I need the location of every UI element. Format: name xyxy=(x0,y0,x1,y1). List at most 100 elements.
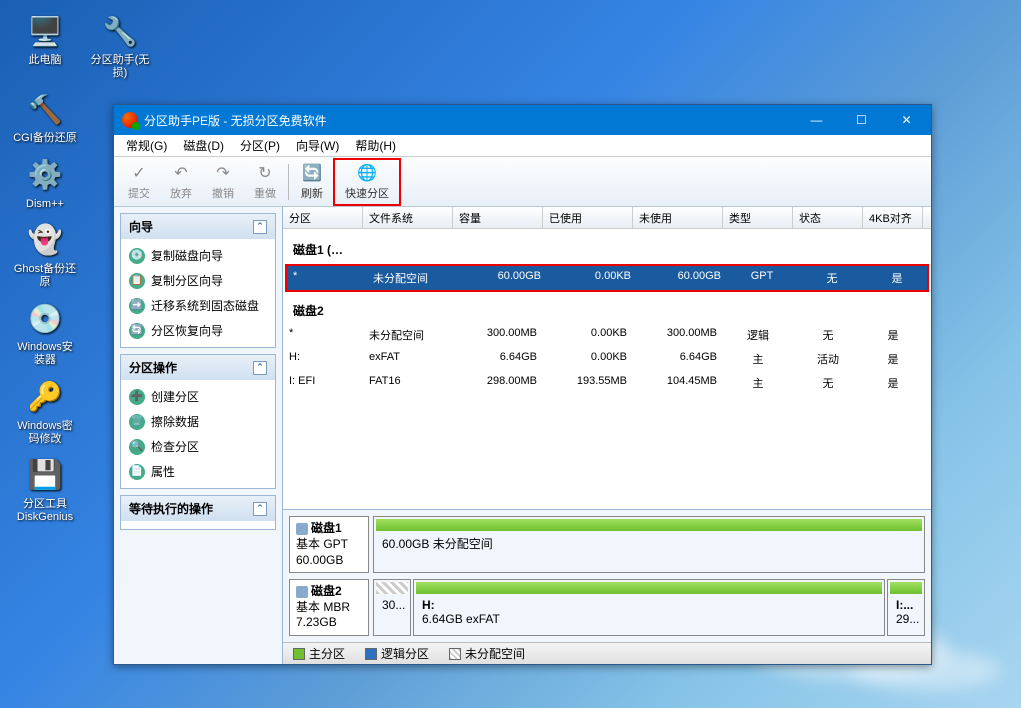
panel-item[interactable]: 🔍 检查分区 xyxy=(121,434,275,459)
disk-size: 60.00GB xyxy=(296,553,362,569)
panel-item[interactable]: ➕ 创建分区 xyxy=(121,384,275,409)
disk-info[interactable]: 磁盘2基本 MBR7.23GB xyxy=(289,579,369,636)
partition-title: I:... xyxy=(896,598,916,612)
disk-type: 基本 MBR xyxy=(296,600,362,616)
partition-bar xyxy=(416,582,882,594)
table-cell: * xyxy=(287,268,367,288)
table-row[interactable]: *未分配空间60.00GB0.00KB60.00GBGPT无是 xyxy=(285,264,929,292)
column-header[interactable]: 容量 xyxy=(453,207,543,228)
desktop-icon[interactable]: 👻Ghost备份还 原 xyxy=(10,219,80,289)
desktop-icon[interactable]: 🖥️此电脑 xyxy=(10,10,80,80)
table-row[interactable]: I: EFIFAT16298.00MB193.55MB104.45MB主无是 xyxy=(283,371,931,395)
column-header[interactable]: 4KB对齐 xyxy=(863,207,923,228)
toolbar-label: 提交 xyxy=(128,185,150,201)
maximize-button[interactable]: ☐ xyxy=(839,105,884,135)
提交-icon: ✓ xyxy=(129,163,149,183)
column-header[interactable]: 分区 xyxy=(283,207,363,228)
toolbar-label: 重做 xyxy=(254,185,276,201)
panel-item[interactable]: 💿复制磁盘向导 xyxy=(121,243,275,268)
table-row[interactable]: H:exFAT6.64GB0.00KB6.64GB主活动是 xyxy=(283,347,931,371)
item-icon: 🔄 xyxy=(129,323,145,339)
desktop-icon[interactable]: 💿Windows安 装器 xyxy=(10,297,80,367)
toolbar-button-快速分区[interactable]: 🌐快速分区 xyxy=(333,158,401,206)
table-cell: 活动 xyxy=(793,349,863,369)
desktop-icon[interactable]: 🔨CGI备份还原 xyxy=(10,88,80,145)
table-cell: 0.00KB xyxy=(543,349,633,369)
partition-block[interactable]: I:...29... xyxy=(887,579,925,636)
item-label: 属性 xyxy=(151,463,175,480)
column-header[interactable]: 已使用 xyxy=(543,207,633,228)
partition-container: 30... H:6.64GB exFATI:...29... xyxy=(373,579,925,636)
column-header[interactable]: 未使用 xyxy=(633,207,723,228)
column-header[interactable]: 类型 xyxy=(723,207,793,228)
Windows安 装器-icon: 💿 xyxy=(24,297,66,339)
table-cell: H: xyxy=(283,349,363,369)
partition-block[interactable]: 60.00GB 未分配空间 xyxy=(373,516,925,573)
item-icon: 💿 xyxy=(129,248,145,264)
item-label: 创建分区 xyxy=(151,388,199,405)
分区助手(无 损)-icon: 🔧 xyxy=(99,10,141,52)
menu-item[interactable]: 常规(G) xyxy=(118,135,175,156)
desktop-icon[interactable]: 🔧分区助手(无 损) xyxy=(85,10,155,80)
table-cell: 无 xyxy=(797,268,867,288)
panel-item[interactable]: 📄属性 xyxy=(121,459,275,484)
item-label: 检查分区 xyxy=(151,438,199,455)
panel-header[interactable]: 分区操作⌃ xyxy=(121,355,275,380)
content: 向导⌃💿复制磁盘向导📋复制分区向导➡️迁移系统到固态磁盘🔄分区恢复向导分区操作⌃… xyxy=(114,207,931,664)
table-cell: 193.55MB xyxy=(543,373,633,393)
item-icon: ➡️ xyxy=(129,298,145,314)
Dism++-icon: ⚙️ xyxy=(24,154,66,196)
toolbar-button-刷新[interactable]: 🔄刷新 xyxy=(291,161,333,203)
panel-body xyxy=(121,521,275,529)
icon-label: 此电脑 xyxy=(29,54,62,67)
minimize-button[interactable]: — xyxy=(794,105,839,135)
toolbar-button-提交: ✓ 提交 xyxy=(118,161,160,203)
item-label: 迁移系统到固态磁盘 xyxy=(151,297,259,314)
panel-item[interactable]: 🗑️擦除数据 xyxy=(121,409,275,434)
partition-title: H: xyxy=(422,598,876,612)
close-button[interactable]: ✕ xyxy=(884,105,929,135)
legend-label: 逻辑分区 xyxy=(381,645,429,662)
menu-item[interactable]: 磁盘(D) xyxy=(175,135,232,156)
menu-item[interactable]: 帮助(H) xyxy=(347,135,404,156)
item-icon: ➕ xyxy=(129,389,145,405)
table-cell: 主 xyxy=(723,373,793,393)
panel-item[interactable]: ➡️ 迁移系统到固态磁盘 xyxy=(121,293,275,318)
panel-header[interactable]: 向导⌃ xyxy=(121,214,275,239)
disk-group-label: 磁盘1 (… xyxy=(283,233,931,262)
panel-分区操作: 分区操作⌃ ➕ 创建分区 🗑️擦除数据 🔍 检查分区 📄属性 xyxy=(120,354,276,489)
window-title: 分区助手PE版 - 无损分区免费软件 xyxy=(144,112,794,129)
collapse-icon[interactable]: ⌃ xyxy=(253,502,267,516)
table-cell: 未分配空间 xyxy=(363,325,453,345)
table-row[interactable]: *未分配空间300.00MB0.00KB300.00MB逻辑无是 xyxy=(283,323,931,347)
table-cell: 0.00KB xyxy=(547,268,637,288)
titlebar[interactable]: 分区助手PE版 - 无损分区免费软件 — ☐ ✕ xyxy=(114,105,931,135)
table-header: 分区文件系统容量已使用未使用类型状态4KB对齐 xyxy=(283,207,931,229)
partition-container: 60.00GB 未分配空间 xyxy=(373,516,925,573)
collapse-icon[interactable]: ⌃ xyxy=(253,361,267,375)
item-icon: 🔍 xyxy=(129,439,145,455)
desktop-icon[interactable]: 💾分区工具 DiskGenius xyxy=(10,454,80,524)
disk-group-label: 磁盘2 xyxy=(283,294,931,323)
disk-icon xyxy=(296,586,308,598)
menubar: 常规(G)磁盘(D)分区(P)向导(W)帮助(H) xyxy=(114,135,931,157)
table-cell: 是 xyxy=(863,373,923,393)
collapse-icon[interactable]: ⌃ xyxy=(253,220,267,234)
legend-item: 主分区 xyxy=(293,645,345,662)
partition-block[interactable]: H:6.64GB exFAT xyxy=(413,579,885,636)
item-icon: 📋 xyxy=(129,273,145,289)
menu-item[interactable]: 分区(P) xyxy=(232,135,288,156)
disk-icon xyxy=(296,523,308,535)
panel-item[interactable]: 🔄分区恢复向导 xyxy=(121,318,275,343)
column-header[interactable]: 状态 xyxy=(793,207,863,228)
desktop-icon[interactable]: ⚙️Dism++ xyxy=(10,154,80,211)
disk-info[interactable]: 磁盘1基本 GPT60.00GB xyxy=(289,516,369,573)
partition-sub: 30... xyxy=(382,598,402,612)
menu-item[interactable]: 向导(W) xyxy=(288,135,347,156)
panel-item[interactable]: 📋复制分区向导 xyxy=(121,268,275,293)
toolbar-separator xyxy=(288,164,289,200)
partition-block[interactable]: 30... xyxy=(373,579,411,636)
desktop-icon[interactable]: 🔑Windows密 码修改 xyxy=(10,376,80,446)
panel-header[interactable]: 等待执行的操作⌃ xyxy=(121,496,275,521)
column-header[interactable]: 文件系统 xyxy=(363,207,453,228)
